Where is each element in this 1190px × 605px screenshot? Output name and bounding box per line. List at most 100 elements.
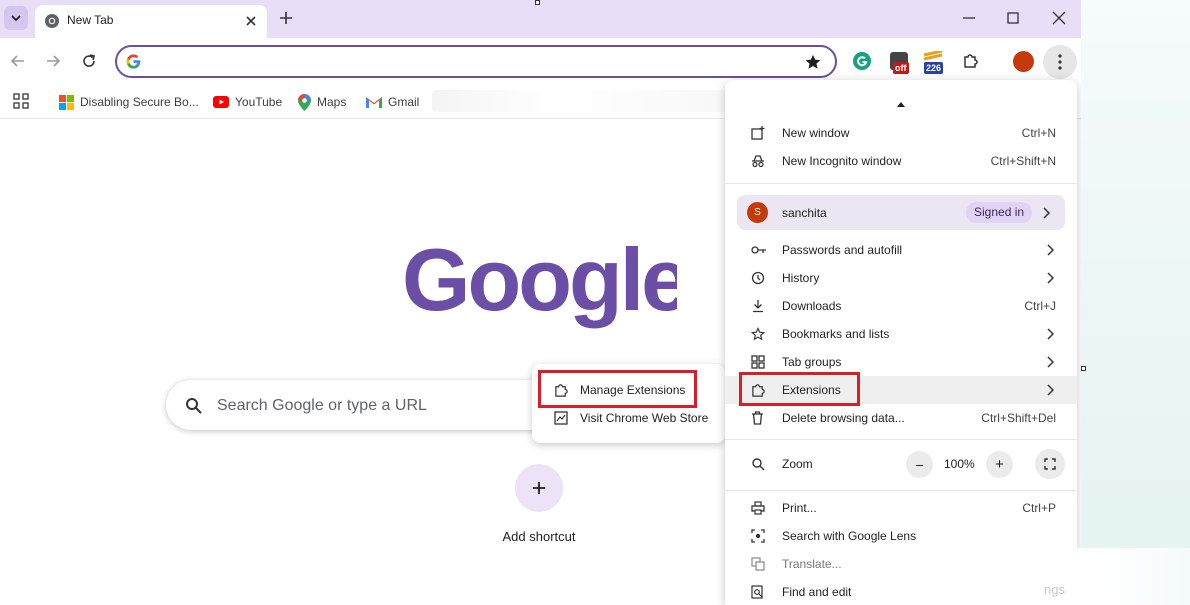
- three-dots-icon: [1058, 54, 1062, 70]
- blurred-bookmarks: [432, 90, 742, 112]
- menu-passwords[interactable]: Passwords and autofill: [725, 236, 1077, 264]
- chevron-right-icon: [1047, 244, 1054, 256]
- search-icon: [186, 398, 202, 414]
- chevron-down-icon: [11, 15, 21, 22]
- google-g-icon: [126, 54, 141, 69]
- plus-icon: [533, 482, 545, 494]
- chevron-right-icon: [1047, 328, 1054, 340]
- menu-button[interactable]: [1043, 45, 1077, 79]
- tab-new-tab[interactable]: New Tab: [35, 5, 267, 38]
- bookmark-label: Maps: [317, 95, 347, 109]
- extension-off-icon[interactable]: off: [889, 51, 913, 77]
- menu-downloads[interactable]: Downloads Ctrl+J: [725, 292, 1077, 320]
- highlight-manage-extensions: [538, 370, 697, 408]
- tab-search-button[interactable]: [4, 6, 28, 30]
- menu-print[interactable]: Print... Ctrl+P: [725, 494, 1077, 522]
- minus-icon: −: [915, 456, 924, 473]
- menu-label: Bookmarks and lists: [782, 327, 890, 341]
- close-icon[interactable]: [242, 12, 260, 30]
- blurred-overlay: [892, 548, 1190, 605]
- chrome-menu: New window Ctrl+N New Incognito window C…: [725, 80, 1077, 605]
- toolbar: off 226: [0, 38, 1081, 86]
- caret-up-icon: [897, 102, 905, 107]
- menu-label: Tab groups: [782, 355, 842, 369]
- menu-label: Zoom: [782, 457, 813, 471]
- microsoft-icon: [59, 94, 74, 110]
- bookmark-disabling-secure-boot[interactable]: Disabling Secure Bo...: [59, 92, 199, 112]
- menu-shortcut: Ctrl+Shift+Del: [981, 411, 1056, 425]
- address-bar[interactable]: [115, 45, 837, 78]
- chrome-window: New Tab off 226 Disabling Secure Bo... Y…: [0, 0, 1081, 605]
- highlight-extensions: [739, 372, 860, 406]
- menu-shortcut: Ctrl+P: [1022, 501, 1056, 515]
- menu-new-window[interactable]: New window Ctrl+N: [725, 119, 1077, 147]
- zoom-in-button[interactable]: +: [986, 451, 1013, 478]
- menu-delete-browsing-data[interactable]: Delete browsing data... Ctrl+Shift+Del: [725, 404, 1077, 432]
- menu-bookmarks[interactable]: Bookmarks and lists: [725, 320, 1077, 348]
- forward-arrow-icon[interactable]: [44, 52, 62, 70]
- add-shortcut-button[interactable]: [515, 464, 563, 512]
- bookmark-star-icon[interactable]: [804, 53, 822, 71]
- settings-fragment: ngs: [1044, 582, 1065, 597]
- key-icon: [751, 246, 766, 254]
- svg-text:Google: Google: [402, 240, 677, 329]
- bookmark-gmail[interactable]: Gmail: [366, 92, 419, 112]
- desktop-background: [1081, 0, 1190, 605]
- star-outline-icon: [751, 327, 765, 341]
- chevron-right-icon: [1043, 207, 1050, 219]
- bookmark-label: Disabling Secure Bo...: [80, 95, 199, 109]
- new-tab-button[interactable]: [276, 8, 296, 28]
- menu-label: Search with Google Lens: [782, 529, 917, 543]
- bookmark-youtube[interactable]: YouTube: [213, 92, 282, 112]
- back-arrow-icon[interactable]: [9, 52, 27, 70]
- history-icon: [751, 271, 765, 285]
- menu-label: Find and edit: [782, 585, 852, 599]
- zoom-out-button[interactable]: −: [906, 451, 933, 478]
- count-badge: 226: [924, 62, 944, 74]
- menu-shortcut: Ctrl+N: [1021, 126, 1056, 140]
- google-logo: Google: [402, 240, 677, 329]
- menu-new-incognito[interactable]: New Incognito window Ctrl+Shift+N: [725, 147, 1077, 175]
- lens-icon: [751, 529, 765, 543]
- puzzle-icon[interactable]: [961, 51, 981, 71]
- off-badge: off: [893, 62, 909, 74]
- visit-web-store-item[interactable]: Visit Chrome Web Store: [532, 404, 725, 432]
- gmail-icon: [366, 97, 382, 108]
- maximize-icon[interactable]: [1006, 9, 1020, 27]
- tab-title: New Tab: [67, 13, 114, 27]
- menu-divider: [725, 439, 1077, 440]
- apps-grid-icon[interactable]: [12, 92, 30, 110]
- visit-web-store-label: Visit Chrome Web Store: [580, 411, 709, 425]
- bookmark-label: YouTube: [235, 95, 283, 109]
- trash-icon: [752, 411, 763, 425]
- maps-icon: [298, 93, 311, 111]
- menu-label: History: [782, 271, 820, 285]
- menu-label: New Incognito window: [782, 154, 902, 168]
- menu-label: Print...: [782, 501, 817, 515]
- fullscreen-button[interactable]: [1035, 449, 1065, 479]
- resize-handle: [1081, 366, 1086, 371]
- add-shortcut-label: Add shortcut: [502, 529, 576, 544]
- profile-avatar[interactable]: [1013, 51, 1034, 72]
- zoom-value: 100%: [944, 457, 975, 471]
- window-close-icon[interactable]: [1052, 9, 1066, 27]
- minimize-icon[interactable]: [962, 9, 976, 27]
- printer-icon: [751, 501, 765, 515]
- menu-google-lens[interactable]: Search with Google Lens: [725, 522, 1077, 550]
- menu-label: Translate...: [782, 557, 842, 571]
- reload-icon[interactable]: [80, 52, 98, 70]
- avatar: S: [747, 202, 768, 223]
- bookmark-label: Gmail: [388, 95, 420, 109]
- menu-label: Passwords and autofill: [782, 243, 903, 257]
- extension-badge-icon[interactable]: 226: [922, 49, 946, 77]
- bookmark-maps[interactable]: Maps: [298, 92, 346, 112]
- tab-strip: New Tab: [0, 0, 1081, 38]
- download-icon: [753, 300, 763, 313]
- grammarly-icon[interactable]: [852, 51, 872, 71]
- menu-history[interactable]: History: [725, 264, 1077, 292]
- chrome-icon: [45, 14, 59, 28]
- menu-profile-row[interactable]: S sanchita Signed in: [737, 195, 1065, 230]
- find-icon: [751, 585, 763, 599]
- chevron-right-icon: [1047, 356, 1054, 368]
- menu-divider: [725, 183, 1077, 184]
